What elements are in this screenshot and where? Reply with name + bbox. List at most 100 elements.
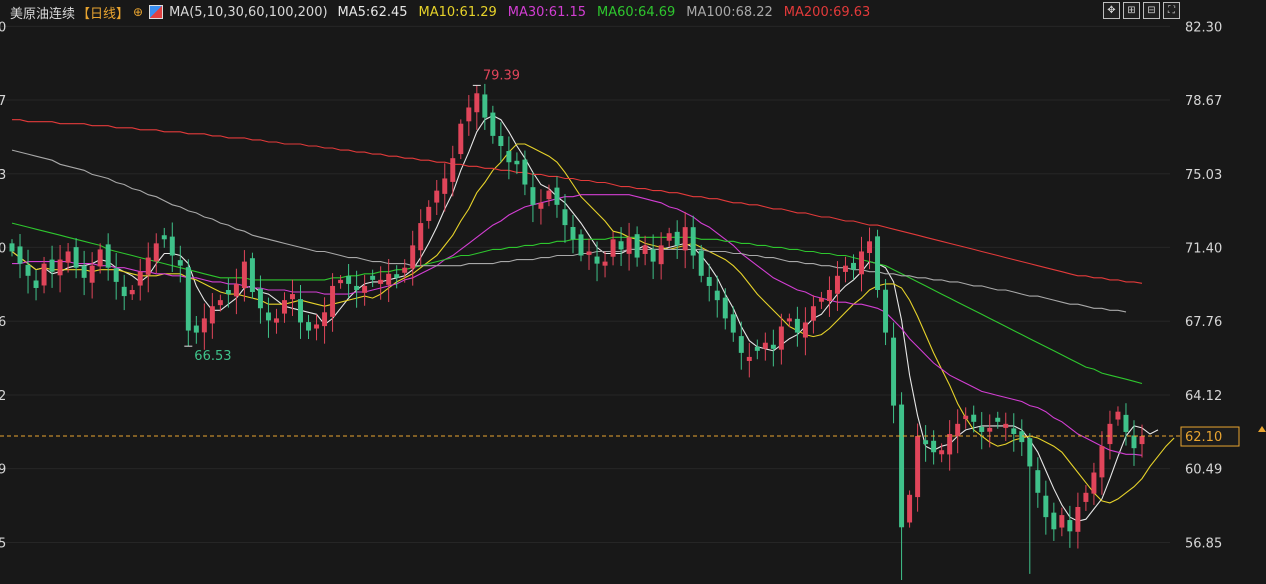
candle-body <box>25 264 31 276</box>
candle-body <box>923 440 929 445</box>
candle-body <box>241 261 247 289</box>
candle-body <box>762 342 768 349</box>
add-indicator-icon[interactable]: ⊕ <box>133 5 143 19</box>
candle-body <box>394 274 400 278</box>
candle-body <box>177 260 183 266</box>
scroll-arrow-icon <box>1258 426 1266 433</box>
low-price-label: 66.53 <box>194 349 231 364</box>
kline-chart[interactable]: 62.10 79.39 66.53 82.30 0 78.67 7 75.03 3 71.40… <box>0 0 1266 580</box>
y-tick-label: 64.12 <box>1185 389 1222 404</box>
ma-value-ma5: MA5:62.45 <box>337 4 408 20</box>
candle-body <box>314 324 320 329</box>
candle-body <box>49 259 55 272</box>
candle-body <box>1067 520 1073 532</box>
y-tick-label: 56.85 <box>1185 536 1222 551</box>
candle-body <box>161 235 167 240</box>
candle-body <box>658 245 664 265</box>
candle-body <box>1075 506 1081 532</box>
candle-body <box>458 123 464 155</box>
fullscreen-icon[interactable]: ⛶ <box>1163 2 1180 19</box>
candle-body <box>290 294 295 300</box>
candle-body <box>1027 438 1033 467</box>
instrument-title: 美原油连续 <box>10 6 76 22</box>
candle-body <box>370 275 376 280</box>
candle-body <box>698 250 704 276</box>
ma-definition[interactable]: MA(5,10,30,60,100,200) <box>169 5 327 20</box>
candle-body <box>137 271 143 286</box>
candle-body <box>730 314 736 333</box>
candle-body <box>185 267 191 331</box>
candle-body <box>249 258 255 293</box>
candle-body <box>257 288 263 309</box>
candle-body <box>105 244 111 268</box>
candle-body <box>1035 470 1041 493</box>
chart-root: 62.10 79.39 66.53 82.30 0 78.67 7 75.03 3 71.40… <box>0 0 1266 580</box>
candle-body <box>426 206 432 221</box>
left-tick-fragment: 0 <box>0 241 6 256</box>
ma-line-ma5 <box>11 114 1159 522</box>
candle-body <box>193 325 199 333</box>
candle-body <box>610 239 616 257</box>
y-tick-label: 67.76 <box>1185 315 1222 330</box>
candle-body <box>971 414 977 422</box>
candle-body <box>899 404 905 528</box>
candle-body <box>466 107 472 122</box>
candle-body <box>682 227 688 251</box>
ma-value-ma100: MA100:68.22 <box>686 4 773 20</box>
candle-body <box>586 251 592 255</box>
move-icon[interactable]: ✥ <box>1103 2 1120 19</box>
candle-body <box>778 326 784 350</box>
candle-body <box>834 275 840 294</box>
candle-body <box>450 158 456 182</box>
candle-body <box>354 285 360 290</box>
candle-body <box>570 226 576 240</box>
candle-body <box>1043 495 1049 518</box>
candle-body <box>225 290 231 295</box>
candle-body <box>281 300 287 314</box>
ma-value-ma30: MA30:61.15 <box>507 4 587 20</box>
candle-body <box>113 268 119 282</box>
candle-body <box>217 300 223 306</box>
candle-body <box>81 265 87 278</box>
left-tick-fragment: 2 <box>0 389 6 404</box>
candle-body <box>209 306 215 324</box>
candle-body <box>33 280 39 288</box>
candle-body <box>883 289 889 333</box>
candle-body <box>1019 431 1025 443</box>
candle-body <box>434 190 440 203</box>
candle-body <box>714 290 720 301</box>
candle-body <box>770 344 776 349</box>
zoom-out-icon[interactable]: ⊟ <box>1143 2 1160 19</box>
period-label[interactable]: 【日线】 <box>77 3 129 22</box>
candle-body <box>538 202 544 209</box>
candle-body <box>738 336 744 353</box>
candle-body <box>121 286 127 297</box>
candle-body <box>690 227 696 256</box>
candle-body <box>1139 436 1145 445</box>
zoom-in-icon[interactable]: ⊞ <box>1123 2 1140 19</box>
candle-body <box>482 94 488 118</box>
candle-body <box>97 249 103 267</box>
candle-body <box>530 187 536 205</box>
candle-body <box>386 273 392 285</box>
candle-body <box>562 209 568 226</box>
left-tick-fragment: 6 <box>0 315 6 330</box>
ma-line-ma100 <box>11 149 1127 313</box>
candle-body <box>995 417 1001 422</box>
candle-body <box>73 247 79 268</box>
candle-body <box>273 318 279 323</box>
chart-toolbar: ✥ ⊞ ⊟ ⛶ <box>1103 2 1180 19</box>
candle-body <box>1011 428 1017 434</box>
candle-body <box>987 427 993 432</box>
candle-body <box>979 426 985 432</box>
candle-body <box>674 231 680 246</box>
candle-body <box>706 277 712 286</box>
candle-body <box>346 276 352 284</box>
indicator-settings-icon[interactable] <box>149 5 164 19</box>
last-price-label: 62.10 <box>1185 430 1222 445</box>
ma-value-ma200: MA200:69.63 <box>783 4 871 20</box>
candle-body <box>650 249 656 262</box>
candle-body <box>153 243 159 262</box>
candle-body <box>201 318 207 333</box>
candle-body <box>498 136 504 147</box>
